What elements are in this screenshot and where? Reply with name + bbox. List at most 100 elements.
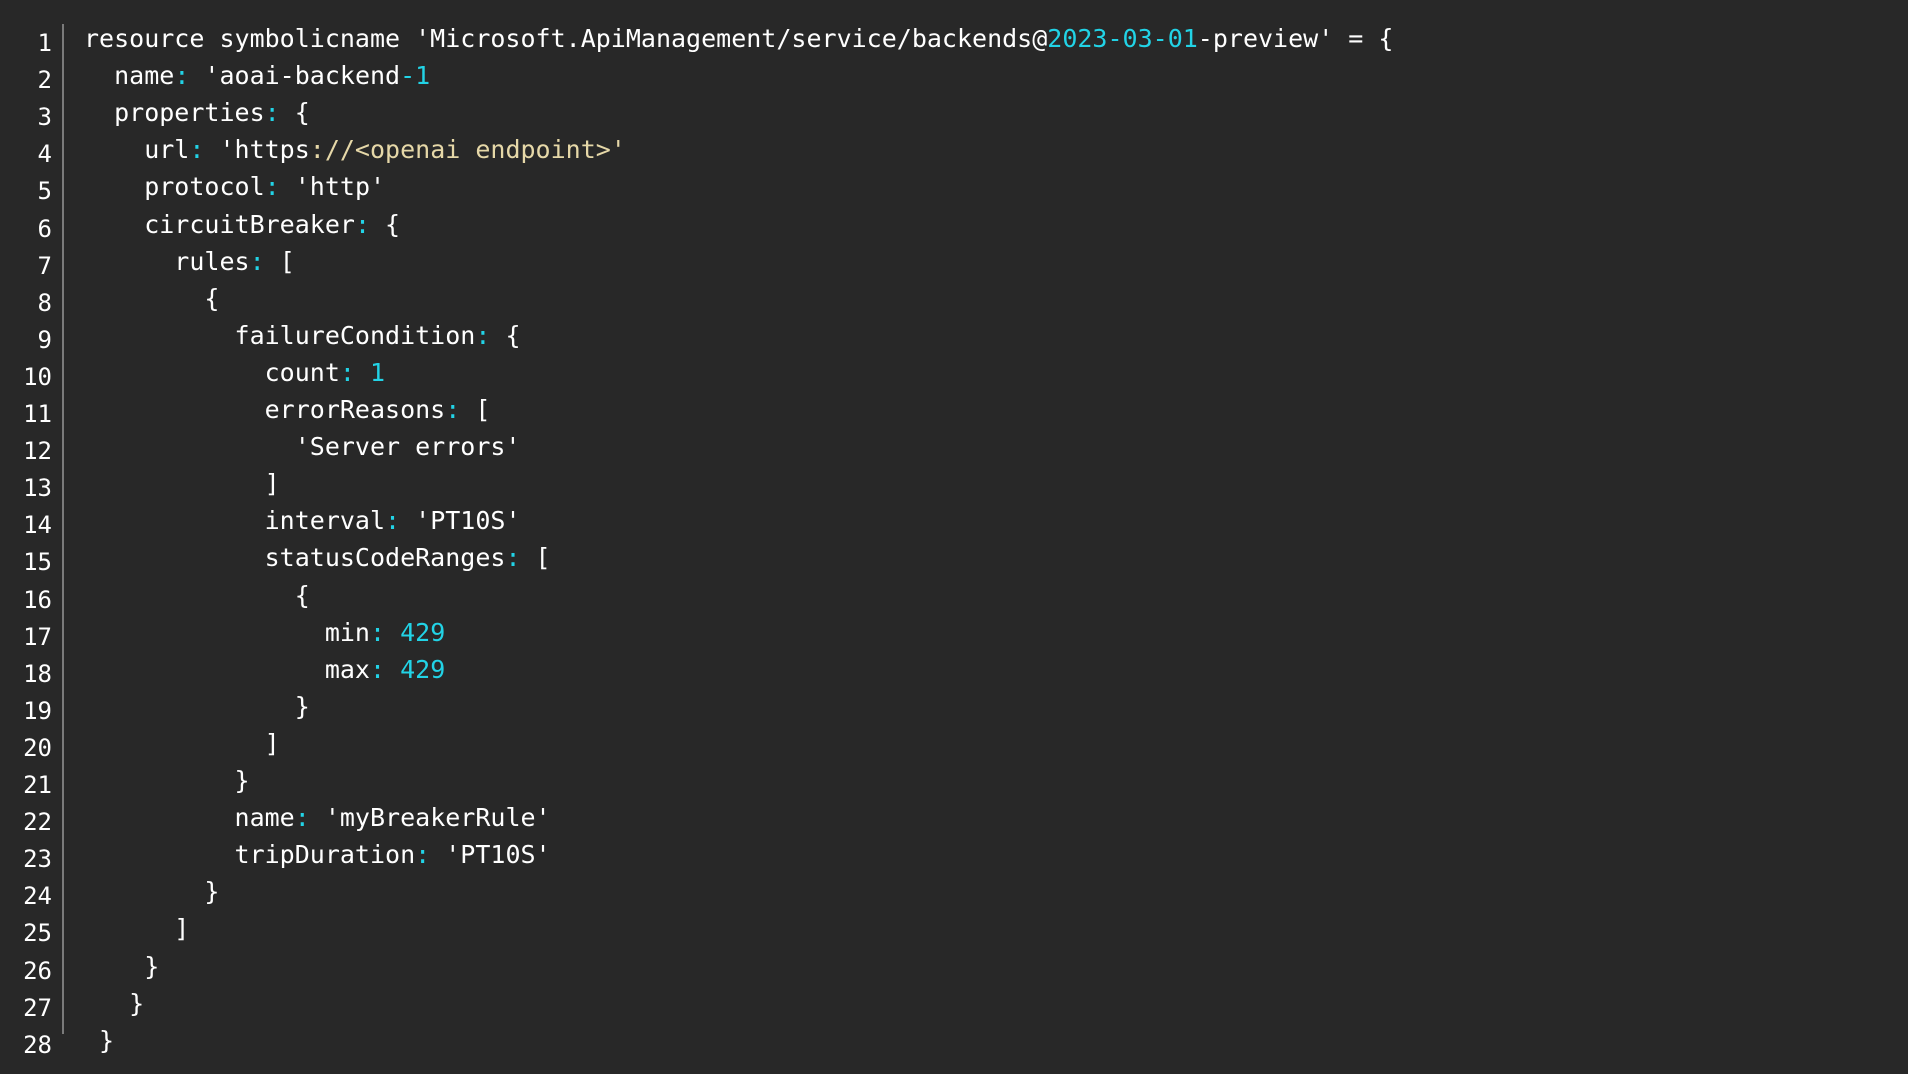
code-line[interactable]: } — [84, 763, 250, 799]
code-token: min — [84, 617, 370, 647]
code-token: tripDuration — [84, 840, 416, 870]
code-line[interactable]: } — [84, 689, 310, 725]
code-token: : — [264, 172, 280, 202]
line-number: 21 — [23, 771, 52, 799]
code-token: circuitBreaker — [84, 209, 355, 239]
line-number: 19 — [23, 696, 52, 725]
code-token: 429 — [400, 617, 446, 647]
code-token: [ — [460, 395, 491, 424]
line-number: 27 — [23, 993, 52, 1022]
line-number: 2 — [37, 66, 52, 95]
code-token: ] — [84, 728, 280, 758]
code-editor[interactable]: 1 2 3 4 5 6 7 8 9 10 11 12 13 14 15 16 17 18 19 20 21 22 23 24 2… — [0, 0, 1908, 1074]
line-number: 8 — [37, 288, 52, 317]
code-token: : — [354, 209, 370, 239]
line-number: 4 — [37, 140, 52, 169]
code-token: : — [475, 320, 491, 350]
code-token: : — [174, 61, 190, 91]
code-line[interactable]: circuitBreaker: { — [84, 207, 400, 243]
code-line[interactable]: protocol: 'http' — [84, 169, 385, 205]
code-token: } — [84, 766, 250, 795]
line-number: 20 — [23, 733, 52, 762]
code-token: -1 — [400, 61, 431, 91]
code-token: name — [84, 803, 295, 833]
gutter-divider — [62, 24, 64, 1034]
code-token: : — [369, 654, 386, 684]
code-line[interactable]: { — [84, 281, 219, 317]
code-line[interactable]: } — [84, 986, 144, 1022]
code-line[interactable]: } — [84, 949, 159, 985]
code-token: max — [84, 654, 370, 684]
code-token: : — [339, 357, 355, 387]
code-line[interactable]: tripDuration: 'PT10S' — [84, 837, 551, 873]
line-number: 13 — [23, 474, 52, 503]
code-token: 'https — [204, 135, 310, 165]
line-number: 25 — [23, 919, 52, 948]
line-number: 15 — [23, 548, 52, 577]
code-token: ://<openai endpoint>' — [309, 135, 626, 165]
code-token: interval — [84, 506, 386, 536]
code-line[interactable]: resource symbolicname 'Microsoft.ApiMana… — [84, 21, 1393, 57]
code-line[interactable]: count: 1 — [84, 355, 385, 391]
line-number: 9 — [37, 325, 52, 354]
code-token: } — [84, 1025, 115, 1055]
code-token: } — [84, 988, 145, 1018]
line-number: 26 — [23, 956, 52, 985]
code-token: : — [249, 246, 265, 276]
line-number: 3 — [37, 103, 52, 132]
code-line[interactable]: url: 'https://<openai endpoint>' — [84, 132, 626, 168]
code-token: } — [84, 951, 160, 981]
line-number: 23 — [23, 845, 52, 874]
code-line[interactable]: } — [84, 874, 219, 910]
code-line[interactable]: ] — [84, 726, 280, 762]
code-token: } — [84, 877, 220, 907]
code-line[interactable]: ] — [84, 466, 280, 502]
code-line[interactable]: errorReasons: [ — [84, 392, 491, 428]
code-token: { — [490, 320, 521, 350]
code-line[interactable]: name: 'myBreakerRule' — [84, 800, 551, 836]
code-token: : — [294, 803, 310, 833]
code-token: count — [84, 357, 340, 387]
code-token: -preview' = { — [1197, 24, 1394, 53]
code-token: 'Server errors' — [84, 432, 521, 462]
line-number: 14 — [23, 511, 52, 540]
code-line[interactable]: } — [84, 1023, 114, 1059]
code-line[interactable]: name: 'aoai-backend-1 — [84, 58, 430, 94]
code-token: 1 — [370, 357, 386, 387]
code-token: ] — [84, 914, 190, 944]
code-token: : — [369, 617, 386, 647]
line-number: 10 — [23, 362, 52, 391]
code-token: : — [445, 395, 461, 424]
line-number: 5 — [37, 177, 52, 206]
code-line[interactable]: failureCondition: { — [84, 318, 521, 354]
code-line[interactable]: ] — [84, 911, 189, 947]
code-line[interactable]: min: 429 — [84, 615, 445, 651]
code-line[interactable]: max: 429 — [84, 652, 445, 688]
code-token: { — [84, 580, 310, 610]
code-token: 2023-03-01 — [1047, 24, 1198, 53]
code-token: : — [505, 543, 521, 573]
code-token: : — [264, 98, 280, 128]
code-line[interactable]: statusCodeRanges: [ — [84, 540, 551, 576]
code-line[interactable]: properties: { — [84, 95, 310, 131]
code-token: ] — [84, 469, 280, 499]
line-number: 22 — [23, 808, 52, 837]
code-line[interactable]: rules: [ — [84, 244, 294, 280]
line-number: 24 — [23, 882, 52, 911]
code-token: url — [84, 135, 190, 165]
line-number: 6 — [37, 214, 52, 243]
line-number: 11 — [23, 400, 52, 428]
code-token: { — [279, 98, 310, 128]
code-token: { — [84, 283, 220, 313]
code-token: } — [84, 691, 310, 721]
code-line[interactable]: { — [84, 578, 310, 614]
code-token: 'myBreakerRule' — [309, 803, 551, 833]
line-number: 28 — [23, 1030, 52, 1059]
code-token: 'http' — [279, 172, 386, 202]
line-number: 1 — [37, 29, 52, 57]
code-line[interactable]: 'Server errors' — [84, 429, 521, 465]
code-line[interactable]: interval: 'PT10S' — [84, 503, 521, 539]
